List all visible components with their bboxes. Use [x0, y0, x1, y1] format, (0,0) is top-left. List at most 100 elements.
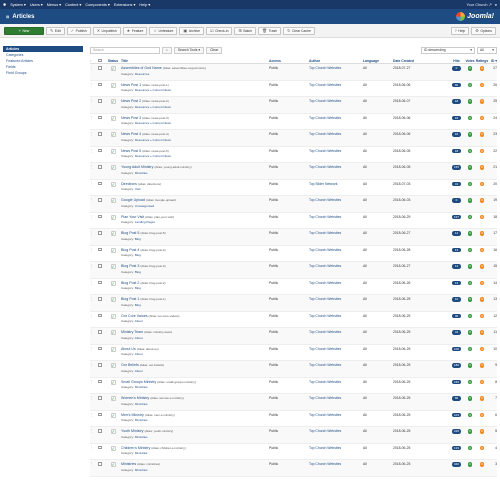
author-link[interactable]: Top Church Websites: [309, 281, 363, 285]
published-check-icon[interactable]: ✓: [110, 181, 116, 187]
published-check-icon[interactable]: ✓: [110, 165, 116, 170]
row-checkbox[interactable]: [95, 214, 105, 218]
author-link[interactable]: Top Church Websites: [309, 347, 363, 351]
help-button[interactable]: ? Help: [450, 26, 470, 35]
category-link[interactable]: Blog: [135, 286, 141, 290]
limit-select[interactable]: All ▾: [477, 47, 497, 54]
row-checkbox[interactable]: [95, 346, 105, 350]
row-checkbox[interactable]: [95, 297, 105, 301]
checkbox[interactable]: [98, 148, 102, 152]
checkbox[interactable]: [98, 165, 102, 169]
row-checkbox[interactable]: [95, 264, 105, 268]
search-button[interactable]: ⌕: [162, 47, 172, 54]
author-link[interactable]: Top Church Websites: [309, 297, 363, 301]
author-link[interactable]: Top Church Websites: [309, 149, 363, 153]
checkbox[interactable]: [98, 247, 102, 251]
published-check-icon[interactable]: ✓: [110, 198, 116, 203]
category-link[interactable]: About: [135, 319, 143, 323]
article-title-link[interactable]: Women's Ministry: [121, 396, 149, 400]
category-link[interactable]: Uncategorised: [135, 204, 154, 208]
checkbox[interactable]: [98, 198, 102, 202]
checkbox[interactable]: [98, 396, 102, 400]
checkbox[interactable]: [98, 445, 102, 449]
clear-button[interactable]: Clear: [206, 47, 223, 54]
author-link[interactable]: Top Church Websites: [309, 462, 363, 466]
author-link[interactable]: Top Church Websites: [309, 413, 363, 417]
row-checkbox[interactable]: [95, 412, 105, 416]
category-link[interactable]: Resources » Current News: [135, 105, 171, 109]
article-title-link[interactable]: Blog Post 4: [121, 248, 139, 252]
row-checkbox[interactable]: [95, 379, 105, 383]
votes-column-header[interactable]: Votes: [464, 59, 476, 63]
article-title-link[interactable]: Blog Post 5: [121, 231, 139, 235]
options-button[interactable]: ⚙ Options: [471, 26, 496, 35]
author-link[interactable]: Top Church Websites: [309, 132, 363, 136]
checkbox[interactable]: [98, 330, 102, 334]
article-title-link[interactable]: Blog Post 3: [121, 264, 139, 268]
published-check-icon[interactable]: ✓: [110, 363, 116, 368]
row-checkbox[interactable]: [95, 462, 105, 466]
article-title-link[interactable]: Small Groups Ministry: [121, 380, 156, 384]
row-checkbox[interactable]: [95, 198, 105, 202]
author-link[interactable]: Top Church Websites: [309, 116, 363, 120]
ratings-column-header[interactable]: Ratings: [476, 59, 488, 63]
published-check-icon[interactable]: ✓: [110, 214, 116, 220]
category-link[interactable]: About: [135, 369, 143, 373]
published-check-icon[interactable]: ✓: [110, 396, 116, 401]
category-link[interactable]: Resources » Current News: [135, 121, 171, 125]
category-link[interactable]: Resources » Current News: [135, 154, 171, 158]
published-check-icon[interactable]: ✓: [110, 247, 116, 253]
published-check-icon[interactable]: ✓: [110, 280, 116, 286]
published-check-icon[interactable]: ✓: [110, 99, 116, 104]
row-checkbox[interactable]: [95, 66, 105, 70]
author-link[interactable]: Top Church Websites: [309, 165, 363, 169]
article-title-link[interactable]: Ministries: [121, 462, 136, 466]
published-check-icon[interactable]: ✓: [110, 346, 116, 352]
user-icon[interactable]: ●: [495, 3, 497, 7]
checkbox[interactable]: [98, 313, 102, 317]
top-menu-item[interactable]: Users ▾: [30, 2, 43, 7]
row-checkbox[interactable]: [95, 132, 105, 136]
checkbox[interactable]: [98, 363, 102, 367]
category-link[interactable]: Ministries: [135, 385, 148, 389]
row-checkbox[interactable]: [95, 165, 105, 169]
search-input[interactable]: Search: [90, 47, 160, 54]
category-link[interactable]: Blog: [135, 237, 141, 241]
row-checkbox[interactable]: [95, 148, 105, 152]
category-link[interactable]: Blog: [135, 270, 141, 274]
author-link[interactable]: Top Church Websites: [309, 396, 363, 400]
author-column-header[interactable]: Author: [309, 59, 363, 63]
top-menu-item[interactable]: Extensions ▾: [114, 2, 136, 7]
author-link[interactable]: Top Church Websites: [309, 83, 363, 87]
category-link[interactable]: Resources » Current News: [135, 138, 171, 142]
published-check-icon[interactable]: ✓: [110, 462, 116, 467]
author-link[interactable]: Top Church Websites: [309, 99, 363, 103]
article-title-link[interactable]: Children's Ministry: [121, 446, 150, 450]
row-checkbox[interactable]: [95, 280, 105, 284]
category-link[interactable]: Landing Pages: [135, 220, 155, 224]
date-column-header[interactable]: Date Created: [393, 59, 449, 63]
clear-cache-button[interactable]: ↻ Clear Cache: [283, 26, 315, 35]
row-checkbox[interactable]: [95, 363, 105, 367]
top-menu-item[interactable]: Content ▾: [65, 2, 81, 7]
language-column-header[interactable]: Language: [363, 59, 393, 63]
article-title-link[interactable]: Men's Ministry: [121, 413, 144, 417]
row-checkbox[interactable]: [95, 445, 105, 449]
author-link[interactable]: Top Church Websites: [309, 363, 363, 367]
author-link[interactable]: Top Church Websites: [309, 66, 363, 70]
author-link[interactable]: Top Slider Network: [309, 182, 363, 186]
row-checkbox[interactable]: [95, 82, 105, 86]
author-link[interactable]: Top Church Websites: [309, 198, 363, 202]
top-menu-item[interactable]: Components ▾: [85, 2, 110, 7]
category-link[interactable]: About: [135, 336, 143, 340]
checkbox[interactable]: [98, 231, 102, 235]
id-column-header[interactable]: ID ▾: [488, 59, 497, 63]
published-check-icon[interactable]: ✓: [110, 313, 116, 319]
published-check-icon[interactable]: ✓: [110, 379, 116, 385]
article-title-link[interactable]: Plan Your Visit: [121, 215, 144, 219]
author-link[interactable]: Top Church Websites: [309, 446, 363, 450]
new-button[interactable]: + New: [4, 26, 44, 35]
trash-button[interactable]: 🗑 Trash: [258, 26, 282, 35]
row-checkbox[interactable]: [95, 247, 105, 251]
site-link[interactable]: Your Church ↗: [467, 2, 492, 7]
